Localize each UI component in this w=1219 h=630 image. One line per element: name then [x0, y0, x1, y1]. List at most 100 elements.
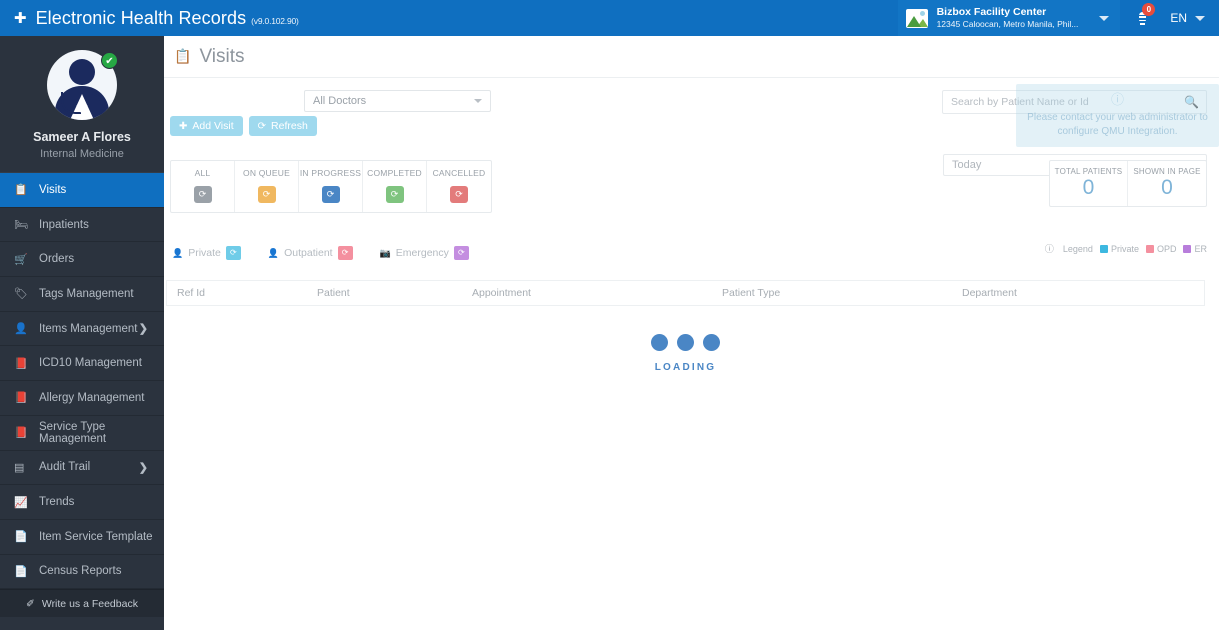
- plus-icon: ✚: [179, 120, 188, 132]
- search-container: 🔍: [942, 90, 1207, 114]
- table-header-cell: Appointment: [472, 287, 531, 299]
- avatar[interactable]: ✚ ✔: [47, 50, 118, 120]
- legend-swatch: [1145, 244, 1154, 253]
- sidebar-item-label: Service Type Management: [39, 420, 107, 445]
- tag-icon: 🏷: [14, 288, 28, 301]
- type-tab-outpatient[interactable]: 👤 Outpatient ⟳: [268, 246, 353, 260]
- top-bar-right: Bizbox Facility Center 12345 Caloocan, M…: [897, 0, 1219, 36]
- language-label: EN: [1170, 11, 1187, 25]
- type-tab-emergency[interactable]: 📷 Emergency ⟳: [380, 246, 469, 260]
- sidebar-item-trends[interactable]: 📈 Trends: [0, 485, 164, 520]
- date-filter-value: Today: [952, 159, 982, 171]
- clipboard-icon: 📋: [14, 184, 28, 197]
- type-tab-private[interactable]: 👤 Private ⟳: [172, 246, 241, 260]
- legend-item-label: OPD: [1156, 243, 1177, 254]
- spinner-icon: ⟳: [225, 246, 241, 260]
- legend-item-label: Private: [1110, 243, 1139, 254]
- legend-swatch: [1099, 244, 1108, 253]
- legend-item-opd: OPD: [1145, 243, 1177, 254]
- notification-badge: 0: [1142, 3, 1156, 16]
- sidebar-item-audit-trail[interactable]: ▤ Audit Trail ❯: [0, 451, 164, 486]
- loading-dot: [703, 334, 720, 351]
- bed-icon: 🛏: [14, 219, 28, 232]
- action-buttons: ✚ Add Visit ⟳ Refresh: [170, 116, 317, 136]
- sidebar-item-label: Census Reports: [39, 565, 122, 578]
- clipboard-icon: 📋: [174, 48, 192, 64]
- stat-label: SHOWN IN PAGE: [1133, 167, 1201, 176]
- plus-icon: ✚: [14, 9, 27, 27]
- chevron-down-icon: [474, 99, 482, 103]
- facility-address: 12345 Caloocan, Metro Manila, Phil...: [936, 19, 1079, 30]
- status-card-label: CANCELLED: [432, 168, 486, 178]
- stat-value: 0: [1082, 176, 1095, 199]
- sidebar-item-label: Items Management: [39, 322, 138, 335]
- sidebar-item-label: Item Service Template: [39, 530, 153, 543]
- legend-items: Private OPD ER: [1099, 243, 1207, 254]
- app-version: (v9.0.102.90): [251, 15, 299, 26]
- status-card-completed[interactable]: COMPLETED ⟳: [363, 161, 427, 212]
- add-visit-label: Add Visit: [192, 120, 234, 132]
- doctor-filter-value: All Doctors: [313, 95, 367, 107]
- facility-text: Bizbox Facility Center 12345 Caloocan, M…: [937, 6, 1079, 30]
- chevron-down-icon: [1099, 15, 1110, 21]
- status-card-on-queue[interactable]: ON QUEUE ⟳: [235, 161, 299, 212]
- sidebar-nav: 📋 Visits 🛏 Inpatients 🛒 Orders 🏷 Tags Managemen…: [0, 172, 164, 590]
- user-icon: 👤: [14, 323, 28, 336]
- write-feedback-button[interactable]: ✐ Write us a Feedback: [0, 589, 164, 618]
- user-icon: 👤: [267, 247, 280, 258]
- sidebar-item-items-management[interactable]: 👤 Items Management ❯: [0, 312, 164, 347]
- refresh-label: Refresh: [271, 120, 308, 132]
- language-selector[interactable]: EN: [1164, 0, 1219, 36]
- legend-swatch: [1183, 244, 1192, 253]
- status-card-label: IN PROGRESS: [299, 168, 362, 178]
- loading-dot: [677, 334, 694, 351]
- status-card-all[interactable]: ALL ⟳: [171, 161, 235, 212]
- sidebar-item-visits[interactable]: 📋 Visits: [0, 173, 164, 208]
- sidebar-item-service-type-management[interactable]: 📕 Service Type Management: [0, 416, 164, 451]
- qmu-tooltip-text: Please contact your web administrator to…: [1027, 111, 1208, 138]
- sidebar-item-inpatients[interactable]: 🛏 Inpatients: [0, 208, 164, 243]
- sidebar-item-allergy-management[interactable]: 📕 Allergy Management: [0, 381, 164, 416]
- sidebar-item-label: Visits: [39, 183, 67, 196]
- status-card-cancelled[interactable]: CANCELLED ⟳: [427, 161, 491, 212]
- sidebar-item-orders[interactable]: 🛒 Orders: [0, 242, 164, 278]
- sidebar-item-label: Inpatients: [39, 218, 89, 231]
- check-icon: ✔: [101, 52, 118, 69]
- facility-logo-icon: [905, 8, 928, 28]
- legend-item-label: ER: [1194, 243, 1207, 254]
- type-tab-label: Outpatient: [284, 247, 333, 259]
- page-title: Visits: [199, 45, 245, 67]
- table-header-row: Ref Id Patient Appointment Patient Type Depa…: [166, 280, 1205, 306]
- loading-text: LOADING: [654, 362, 717, 373]
- table-header-cell: Department: [962, 287, 1017, 299]
- user-profile: ✚ ✔ Sameer A Flores Internal Medicine: [0, 36, 164, 172]
- sidebar-item-census-reports[interactable]: 📄 Census Reports: [0, 555, 164, 590]
- status-card-label: COMPLETED: [367, 168, 422, 178]
- refresh-button[interactable]: ⟳ Refresh: [248, 116, 317, 136]
- add-visit-button[interactable]: ✚ Add Visit: [170, 116, 243, 136]
- sidebar-item-tags-management[interactable]: 🏷 Tags Management: [0, 277, 164, 312]
- book-icon: 📕: [14, 392, 28, 405]
- search-input[interactable]: [942, 90, 1207, 114]
- spinner-icon: ⟳: [450, 186, 468, 203]
- legend: ⓘ Legend Private OPD ER: [1045, 242, 1207, 255]
- stat-total-patients: TOTAL PATIENTS 0: [1050, 161, 1128, 207]
- chevron-right-icon: ❯: [138, 323, 148, 336]
- doctor-filter-select[interactable]: All Doctors: [304, 90, 491, 112]
- file-icon: 📄: [14, 565, 28, 578]
- sidebar-item-icd10-management[interactable]: 📕 ICD10 Management: [0, 346, 164, 382]
- sidebar-item-item-service-template[interactable]: 📄 Item Service Template: [0, 520, 164, 555]
- status-card-in-progress[interactable]: IN PROGRESS ⟳: [299, 161, 363, 212]
- table-header-cell: Patient: [317, 287, 350, 299]
- cart-icon: 🛒: [14, 253, 28, 266]
- facility-selector[interactable]: Bizbox Facility Center 12345 Caloocan, M…: [897, 0, 1121, 36]
- profile-name: Sameer A Flores: [33, 130, 131, 144]
- spinner-icon: ⟳: [337, 246, 353, 260]
- stat-shown-in-page: SHOWN IN PAGE 0: [1128, 161, 1206, 206]
- status-filter-cards: ALL ⟳ ON QUEUE ⟳ IN PROGRESS ⟳ COMPLETED ⟳ CANCE…: [170, 160, 492, 213]
- search-icon[interactable]: 🔍: [1184, 95, 1199, 109]
- sidebar-item-label: Allergy Management: [39, 391, 145, 404]
- info-circle-icon: ⓘ: [1044, 244, 1054, 254]
- feedback-label: Write us a Feedback: [41, 597, 138, 610]
- notifications-button[interactable]: 0: [1120, 0, 1165, 36]
